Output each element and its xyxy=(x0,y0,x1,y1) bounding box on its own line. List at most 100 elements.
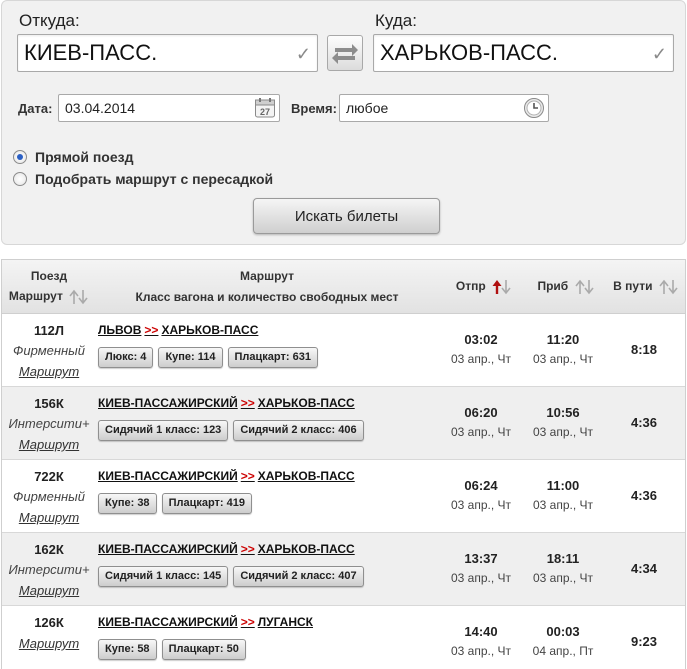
date-value: 03.04.2014 xyxy=(65,100,136,116)
checkmark-icon: ✓ xyxy=(651,44,667,64)
route-arrow: >> xyxy=(144,323,159,337)
sort-arrows-icon[interactable] xyxy=(659,279,679,295)
radio-selected[interactable] xyxy=(13,150,27,164)
route-name-link[interactable]: КИЕВ-ПАССАЖИРСКИЙ >> ХАРЬКОВ-ПАСС xyxy=(98,396,355,410)
arrive-sort-header[interactable]: Приб xyxy=(530,279,602,295)
seat-class-button[interactable]: Сидячий 1 класс: 145 xyxy=(98,566,229,587)
swap-stations-button[interactable] xyxy=(327,35,363,71)
clock-icon[interactable] xyxy=(523,97,545,119)
travel-duration: 4:34 xyxy=(630,561,658,576)
checkmark-icon: ✓ xyxy=(295,44,311,64)
route-name-link[interactable]: КИЕВ-ПАССАЖИРСКИЙ >> ХАРЬКОВ-ПАСС xyxy=(98,542,355,556)
departure-date: 03 апр., Чт xyxy=(450,644,512,658)
calendar-icon[interactable]: 27 xyxy=(254,97,276,119)
route-column-header: Маршрут xyxy=(239,269,295,283)
seat-class-button[interactable]: Плацкарт: 419 xyxy=(161,493,252,514)
seat-class-button[interactable]: Сидячий 2 класс: 406 xyxy=(233,420,364,441)
date-input[interactable]: 03.04.2014 27 xyxy=(58,94,280,122)
seat-class-button[interactable]: Купе: 114 xyxy=(158,347,223,368)
route-arrow: >> xyxy=(240,469,255,483)
direct-train-label: Прямой поезд xyxy=(35,149,134,165)
train-number: 722К xyxy=(34,469,64,484)
to-station-input[interactable]: ХАРЬКОВ-ПАСС. ✓ xyxy=(373,34,674,72)
swap-arrows-icon xyxy=(332,44,358,64)
arrival-time: 11:00 xyxy=(546,478,580,493)
route-arrow: >> xyxy=(240,396,255,410)
time-label: Время: xyxy=(291,101,337,116)
arrival-time: 10:56 xyxy=(546,405,580,420)
travel-duration: 9:23 xyxy=(630,634,658,649)
route-link[interactable]: Маршрут xyxy=(2,510,96,525)
departure-date: 03 апр., Чт xyxy=(450,425,512,439)
seat-class-button[interactable]: Сидячий 1 класс: 123 xyxy=(98,420,229,441)
transfer-route-label: Подобрать маршрут с пересадкой xyxy=(35,171,274,187)
route-link[interactable]: Маршрут xyxy=(2,437,96,452)
to-label: Куда: xyxy=(375,11,417,30)
arrival-date: 03 апр., Чт xyxy=(532,352,594,366)
route-name-link[interactable]: ЛЬВОВ >> ХАРЬКОВ-ПАСС xyxy=(98,323,258,337)
sort-arrows-active-icon[interactable] xyxy=(492,279,512,295)
from-station-input[interactable]: КИЕВ-ПАСС. ✓ xyxy=(17,34,318,72)
seat-classes: Купе: 58 Плацкарт: 50 xyxy=(98,639,246,660)
route-link[interactable]: Маршрут xyxy=(2,636,96,651)
arrival-date: 04 апр., Пт xyxy=(532,644,594,658)
route-arrow: >> xyxy=(240,615,255,629)
arrival-date: 03 апр., Чт xyxy=(532,498,594,512)
train-type: Фирменный xyxy=(13,343,85,358)
radio-unselected[interactable] xyxy=(13,172,27,186)
route-link[interactable]: Маршрут xyxy=(2,583,96,598)
duration-sort-header[interactable]: В пути xyxy=(606,279,685,295)
departure-time: 06:24 xyxy=(464,478,498,493)
time-select[interactable]: любое xyxy=(339,94,549,122)
sort-arrows-icon[interactable] xyxy=(574,279,595,295)
table-header: Поезд Маршрут Маршрут Класс вагона и кол… xyxy=(2,260,685,314)
route-name-link[interactable]: КИЕВ-ПАССАЖИРСКИЙ >> ЛУГАНСК xyxy=(98,615,313,629)
arrival-time: 11:20 xyxy=(546,332,580,347)
seat-class-button[interactable]: Купе: 38 xyxy=(98,493,157,514)
train-number: 156К xyxy=(34,396,64,411)
travel-duration: 4:36 xyxy=(630,415,658,430)
departure-time: 14:40 xyxy=(464,624,498,639)
departure-time: 06:20 xyxy=(464,405,498,420)
results-table: Поезд Маршрут Маршрут Класс вагона и кол… xyxy=(1,259,686,669)
route-link[interactable]: Маршрут xyxy=(2,364,96,379)
train-column-header: Поезд xyxy=(30,269,68,283)
seat-class-button[interactable]: Люкс: 4 xyxy=(98,347,154,368)
time-value: любое xyxy=(346,100,389,116)
arrival-date: 03 апр., Чт xyxy=(532,425,594,439)
depart-sort-header[interactable]: Отпр xyxy=(448,279,520,295)
route-column-subheader: Класс вагона и количество свободных мест xyxy=(135,290,399,304)
seat-class-button[interactable]: Купе: 58 xyxy=(98,639,157,660)
train-number: 162К xyxy=(34,542,64,557)
train-row: 112Л Фирменный Маршрут ЛЬВОВ >> ХАРЬКОВ-ПА… xyxy=(2,314,685,387)
travel-duration: 8:18 xyxy=(630,342,658,357)
departure-date: 03 апр., Чт xyxy=(450,352,512,366)
direct-train-option[interactable]: Прямой поезд xyxy=(13,149,133,165)
date-label: Дата: xyxy=(18,101,53,116)
route-name-link[interactable]: КИЕВ-ПАССАЖИРСКИЙ >> ХАРЬКОВ-ПАСС xyxy=(98,469,355,483)
seat-classes: Купе: 38 Плацкарт: 419 xyxy=(98,493,252,514)
departure-time: 13:37 xyxy=(464,551,498,566)
seat-class-button[interactable]: Плацкарт: 631 xyxy=(227,347,318,368)
seat-class-button[interactable]: Сидячий 2 класс: 407 xyxy=(233,566,364,587)
route-sort-header[interactable]: Маршрут xyxy=(2,289,96,305)
search-tickets-button[interactable]: Искать билеты xyxy=(253,198,440,234)
seat-classes: Сидячий 1 класс: 145 Сидячий 2 класс: 40… xyxy=(98,566,364,587)
train-row: 162К Интерсити+ Маршрут КИЕВ-ПАССАЖИРСКИ… xyxy=(2,533,685,606)
transfer-route-option[interactable]: Подобрать маршрут с пересадкой xyxy=(13,171,273,187)
train-row: 126К Маршрут КИЕВ-ПАССАЖИРСКИЙ >> ЛУГАНСК … xyxy=(2,606,685,669)
train-row: 722К Фирменный Маршрут КИЕВ-ПАССАЖИРСКИЙ… xyxy=(2,460,685,533)
arrival-time: 18:11 xyxy=(546,551,580,566)
departure-date: 03 апр., Чт xyxy=(450,571,512,585)
calendar-day: 27 xyxy=(260,107,270,117)
route-arrow: >> xyxy=(240,542,255,556)
train-number: 112Л xyxy=(33,323,65,338)
sort-arrows-icon[interactable] xyxy=(69,289,89,305)
arrival-time: 00:03 xyxy=(546,624,580,639)
seat-class-button[interactable]: Плацкарт: 50 xyxy=(161,639,246,660)
search-form: Откуда: КИЕВ-ПАСС. ✓ Куда: ХАРЬКОВ-ПАСС.… xyxy=(1,0,686,245)
from-label: Откуда: xyxy=(19,11,80,30)
train-number: 126К xyxy=(34,615,64,630)
departure-date: 03 апр., Чт xyxy=(450,498,512,512)
train-type: Интерсити+ xyxy=(8,562,90,577)
